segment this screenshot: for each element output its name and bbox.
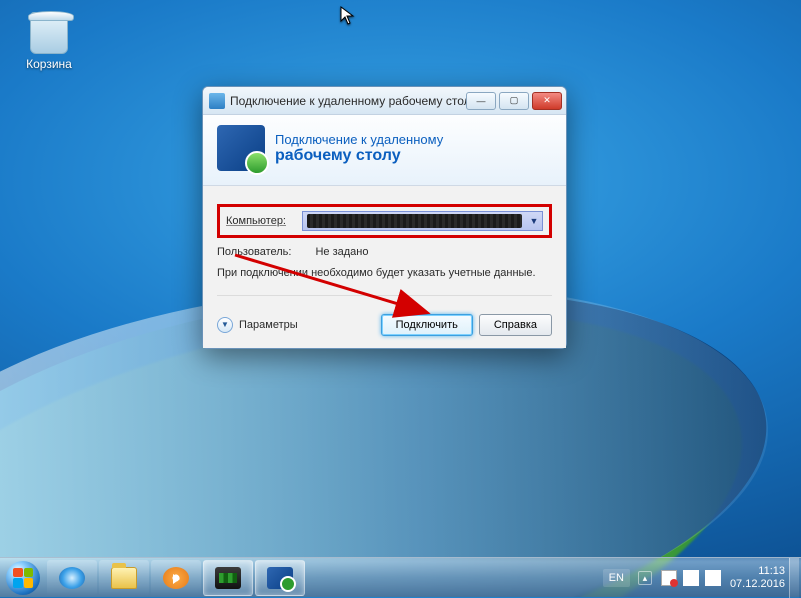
taskbar-item-explorer[interactable] — [99, 560, 149, 596]
banner: Подключение к удаленному рабочему столу — [203, 115, 566, 186]
user-value: Не задано — [315, 246, 368, 258]
language-indicator[interactable]: EN — [603, 569, 630, 587]
user-label: Пользователь: — [217, 246, 291, 258]
folder-icon — [111, 567, 137, 589]
rdp-window: Подключение к удаленному рабочему столу … — [202, 86, 567, 349]
heading-line1: Подключение к удаленному — [275, 132, 443, 147]
credentials-hint: При подключении необходимо будет указать… — [217, 266, 552, 281]
clock-date: 07.12.2016 — [730, 578, 785, 591]
chevron-down-icon[interactable]: ▼ — [526, 216, 542, 226]
media-player-icon — [163, 567, 189, 589]
recycle-bin-icon — [30, 12, 68, 54]
heading-line2: рабочему столу — [275, 147, 443, 165]
taskbar-item-rdp[interactable] — [255, 560, 305, 596]
system-tray: EN ▴ 11:13 07.12.2016 — [603, 558, 801, 597]
rdp-icon — [267, 567, 293, 589]
tray-expand-icon[interactable]: ▴ — [638, 571, 652, 585]
separator — [217, 295, 552, 296]
monitor-icon — [215, 567, 241, 589]
expand-options-icon[interactable]: ▼ — [217, 317, 233, 333]
maximize-button[interactable]: ▢ — [499, 92, 529, 110]
volume-icon[interactable] — [705, 570, 721, 586]
help-button[interactable]: Справка — [479, 314, 552, 336]
computer-row-highlight: Компьютер: ▼ — [217, 204, 552, 238]
options-link[interactable]: Параметры — [239, 319, 298, 331]
rdp-logo-icon — [217, 125, 265, 171]
action-center-icon[interactable] — [661, 570, 677, 586]
taskbar-item-task-manager[interactable] — [203, 560, 253, 596]
clock-time: 11:13 — [730, 565, 785, 578]
footer-row: ▼ Параметры Подключить Справка — [217, 304, 552, 336]
clock[interactable]: 11:13 07.12.2016 — [730, 565, 785, 590]
ie-icon — [59, 567, 85, 589]
computer-combobox[interactable]: ▼ — [302, 211, 543, 231]
close-button[interactable]: ✕ — [532, 92, 562, 110]
recycle-bin[interactable]: Корзина — [14, 12, 84, 71]
start-button[interactable] — [0, 558, 46, 598]
rdp-app-icon — [209, 93, 225, 109]
taskbar-item-ie[interactable] — [47, 560, 97, 596]
computer-value-redacted — [307, 214, 522, 228]
show-desktop-button[interactable] — [789, 558, 799, 598]
windows-logo-icon — [6, 561, 40, 595]
computer-label: Компьютер: — [226, 215, 296, 227]
taskbar: EN ▴ 11:13 07.12.2016 — [0, 557, 801, 597]
mouse-cursor-icon — [340, 6, 356, 29]
recycle-bin-label: Корзина — [14, 57, 84, 71]
connect-button[interactable]: Подключить — [381, 314, 473, 336]
titlebar[interactable]: Подключение к удаленному рабочему столу … — [203, 87, 566, 115]
user-row: Пользователь: Не задано — [217, 246, 552, 258]
window-title: Подключение к удаленному рабочему столу — [230, 94, 466, 108]
taskbar-item-media-player[interactable] — [151, 560, 201, 596]
minimize-button[interactable]: — — [466, 92, 496, 110]
network-icon[interactable] — [683, 570, 699, 586]
